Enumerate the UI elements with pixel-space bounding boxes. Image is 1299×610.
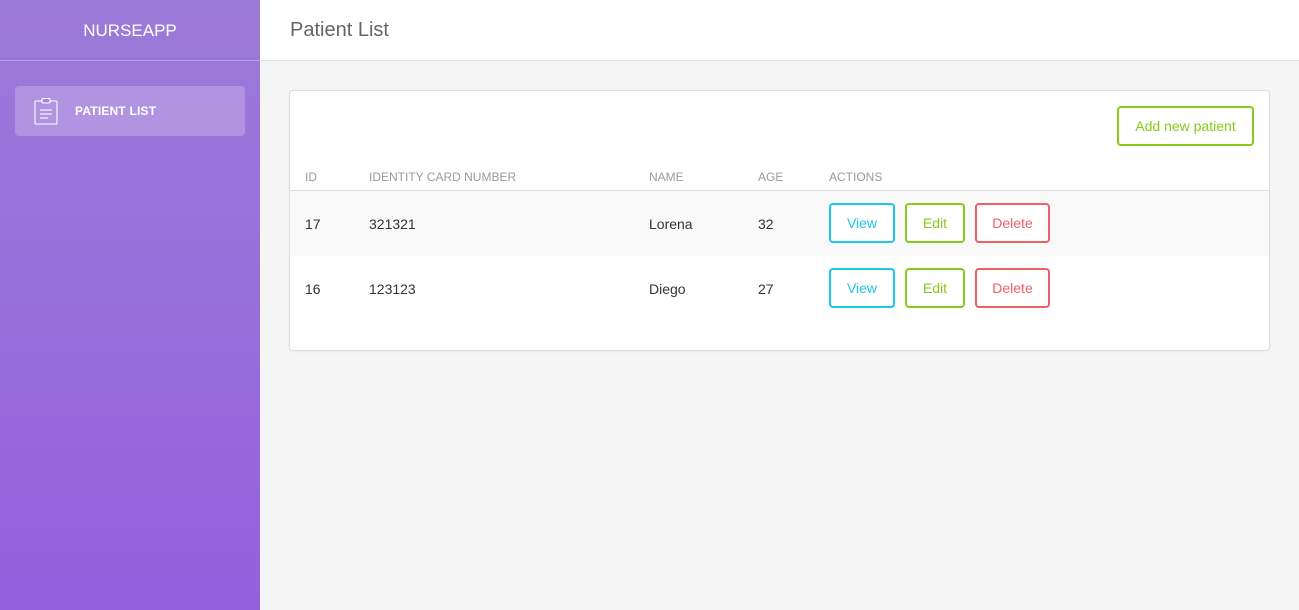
column-header-identity-card-number: IDENTITY CARD NUMBER [369, 170, 517, 184]
cell-identity-card-number: 123123 [369, 281, 416, 297]
column-header-id: ID [305, 170, 317, 184]
edit-button[interactable]: Edit [905, 268, 965, 308]
column-header-actions: ACTIONS [829, 170, 883, 184]
clipboard-icon [33, 97, 59, 125]
sidebar: NURSEAPP PATIENT LIST [0, 0, 260, 610]
delete-button[interactable]: Delete [975, 268, 1050, 308]
column-header-age: AGE [758, 170, 784, 184]
cell-name: Diego [649, 281, 686, 297]
delete-button[interactable]: Delete [975, 203, 1050, 243]
cell-id: 17 [305, 216, 321, 232]
page-title: Patient List [290, 19, 389, 41]
sidebar-item-label: PATIENT LIST [75, 104, 157, 118]
view-button[interactable]: View [829, 203, 895, 243]
sidebar-item-patient-list[interactable]: PATIENT LIST [15, 86, 245, 136]
column-header-name: NAME [649, 170, 684, 184]
view-button[interactable]: View [829, 268, 895, 308]
table-row: 17 321321 Lorena 32 View Edit Delete [290, 191, 1269, 256]
patient-list-card: Add new patient ID IDENTITY CARD NUMBER … [289, 90, 1270, 351]
cell-id: 16 [305, 281, 321, 297]
table-header: ID IDENTITY CARD NUMBER NAME AGE ACTIONS [290, 163, 1269, 191]
add-new-patient-button[interactable]: Add new patient [1117, 106, 1254, 146]
edit-button[interactable]: Edit [905, 203, 965, 243]
brand-title: NURSEAPP [0, 0, 260, 61]
top-navbar: Patient List [260, 0, 1299, 61]
cell-age: 32 [758, 216, 774, 232]
table-row: 16 123123 Diego 27 View Edit Delete [290, 256, 1269, 321]
cell-identity-card-number: 321321 [369, 216, 416, 232]
cell-age: 27 [758, 281, 774, 297]
cell-name: Lorena [649, 216, 693, 232]
